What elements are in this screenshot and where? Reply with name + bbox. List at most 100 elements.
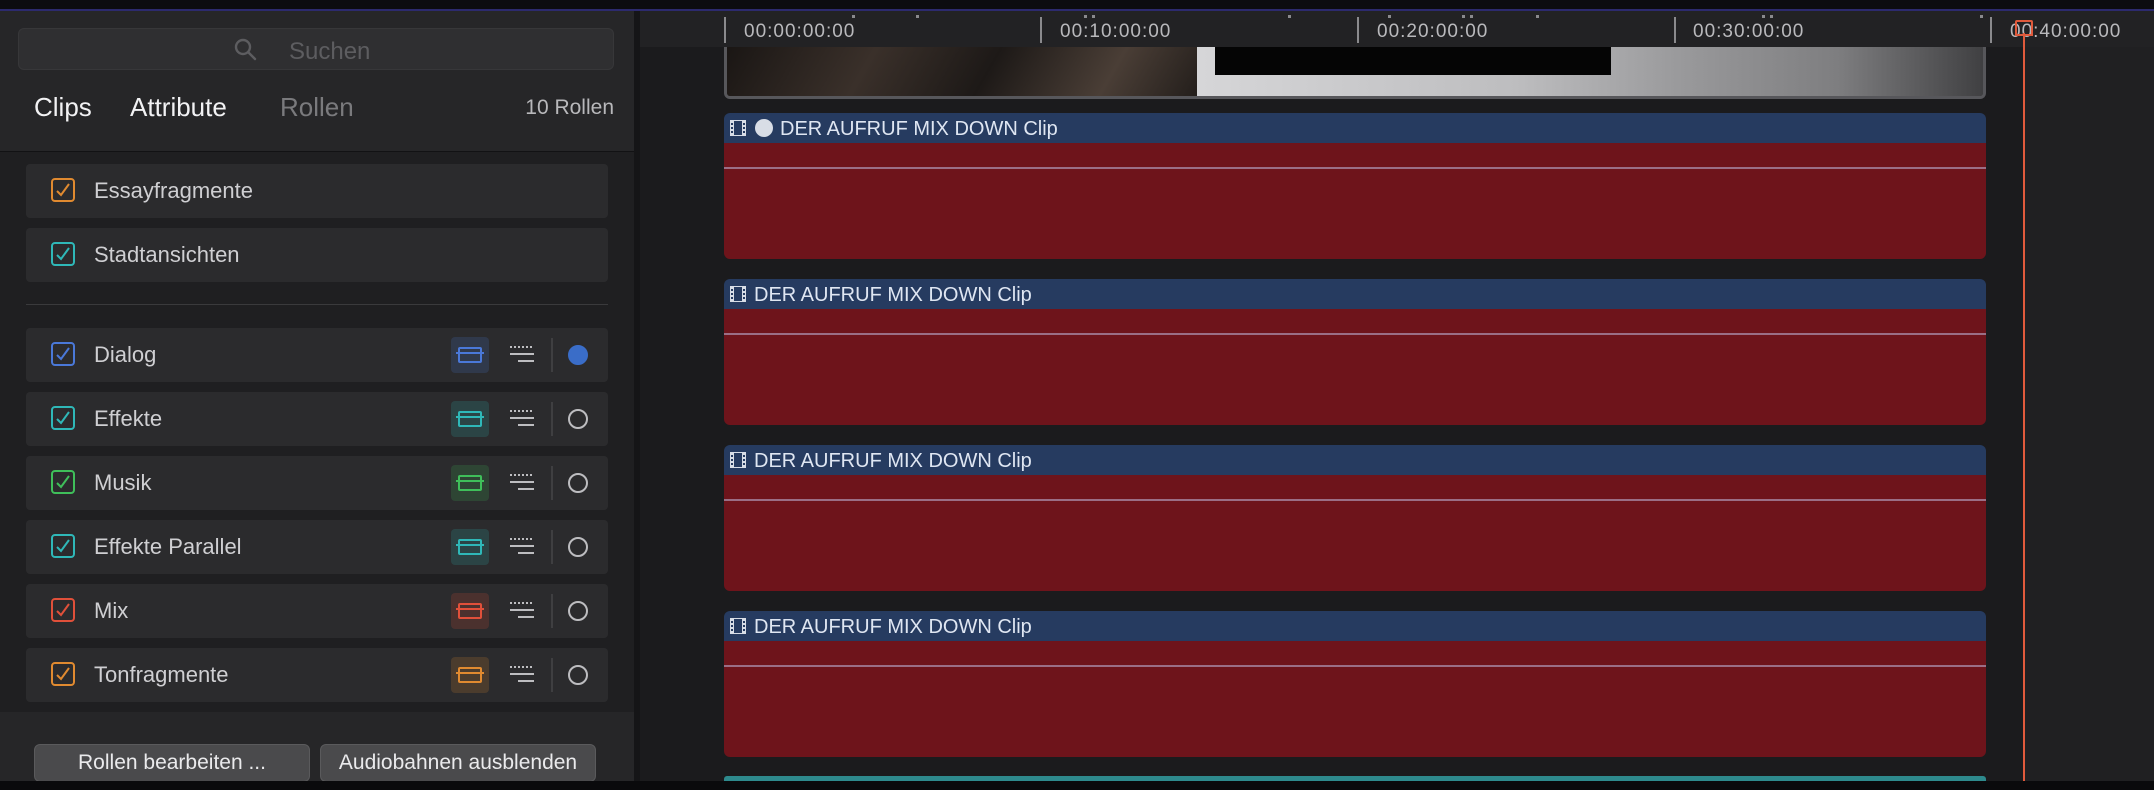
- role-label: Mix: [94, 598, 129, 623]
- timeline[interactable]: 00:00:00:00 00:10:00:00 00:20:00:00 00:3…: [640, 11, 2154, 781]
- subroles-icon[interactable]: [508, 663, 536, 685]
- role-label: Effekte Parallel: [94, 534, 242, 559]
- timeline-end-area: [2024, 11, 2154, 781]
- ruler-marker: [1470, 15, 1473, 18]
- audio-role-row[interactable]: Effekte Parallel: [26, 520, 608, 574]
- role-label: Tonfragmente: [94, 662, 229, 687]
- checkmark-icon: [56, 247, 70, 261]
- ruler-tick: [1990, 17, 1992, 43]
- film-strip-icon: [730, 618, 746, 634]
- focus-radio[interactable]: [568, 665, 588, 685]
- clip-title: DER AUFRUF MIX DOWN Clip: [754, 284, 1032, 306]
- audio-role-row[interactable]: Effekte: [26, 392, 608, 446]
- video-clip-strip[interactable]: [724, 47, 1986, 99]
- clip-header[interactable]: DER AUFRUF MIX DOWN Clip: [724, 113, 1986, 143]
- audio-lanes-icon[interactable]: [451, 529, 489, 565]
- roles-count: 10 Rollen: [525, 96, 614, 119]
- audio-clip[interactable]: DER AUFRUF MIX DOWN Clip: [724, 113, 1986, 259]
- clip-waveform-area: [724, 143, 1986, 259]
- ruler-marker: [1980, 15, 1983, 18]
- checkmark-icon: [56, 347, 70, 361]
- tab-attribute[interactable]: Attribute: [130, 92, 227, 123]
- audio-lanes-icon[interactable]: [451, 657, 489, 693]
- ruler-marker: [852, 15, 855, 18]
- row-divider: [551, 402, 553, 436]
- checkbox[interactable]: [51, 534, 75, 558]
- subroles-icon[interactable]: [508, 343, 536, 365]
- clip-title: DER AUFRUF MIX DOWN Clip: [754, 450, 1032, 472]
- row-divider: [551, 530, 553, 564]
- clip-header[interactable]: DER AUFRUF MIX DOWN Clip: [724, 279, 1986, 309]
- clip-waveform-area: [724, 641, 1986, 757]
- checkbox[interactable]: [51, 470, 75, 494]
- checkmark-icon: [56, 475, 70, 489]
- clip-waveform-area: [724, 309, 1986, 425]
- video-thumbnail-black: [1215, 47, 1611, 75]
- checkmark-icon: [56, 667, 70, 681]
- window-top-edge: [0, 0, 2154, 11]
- role-label: Stadtansichten: [94, 242, 240, 267]
- waveform-line: [724, 665, 1986, 667]
- checkmark-icon: [56, 183, 70, 197]
- search-icon: [234, 38, 257, 61]
- role-label: Essayfragmente: [94, 178, 253, 203]
- audio-clip[interactable]: DER AUFRUF MIX DOWN Clip: [724, 279, 1986, 425]
- clip-waveform-area: [724, 475, 1986, 591]
- checkbox[interactable]: [51, 662, 75, 686]
- focus-radio[interactable]: [568, 601, 588, 621]
- audio-role-row[interactable]: Tonfragmente: [26, 648, 608, 702]
- checkbox[interactable]: [51, 406, 75, 430]
- focus-radio[interactable]: [568, 409, 588, 429]
- window-bottom-edge: [0, 781, 2154, 790]
- playhead[interactable]: [2023, 33, 2025, 781]
- ruler-marker: [1288, 15, 1291, 18]
- audio-role-row[interactable]: Mix: [26, 584, 608, 638]
- subroles-icon[interactable]: [508, 407, 536, 429]
- search-field[interactable]: Suchen: [18, 28, 614, 70]
- playhead-handle[interactable]: [2015, 20, 2033, 36]
- checkbox[interactable]: [51, 342, 75, 366]
- focus-radio[interactable]: [568, 473, 588, 493]
- audio-lanes-icon[interactable]: [451, 465, 489, 501]
- subroles-icon[interactable]: [508, 471, 536, 493]
- checkmark-icon: [56, 411, 70, 425]
- audio-role-row[interactable]: Dialog: [26, 328, 608, 382]
- film-strip-icon: [730, 120, 746, 136]
- audio-lanes-icon[interactable]: [451, 593, 489, 629]
- focus-radio[interactable]: [568, 345, 588, 365]
- roles-list: Essayfragmente Stadtansichten Dialog Effek…: [0, 151, 634, 712]
- audio-clip[interactable]: DER AUFRUF MIX DOWN Clip: [724, 611, 1986, 757]
- checkbox[interactable]: [51, 598, 75, 622]
- ruler-marker: [916, 15, 919, 18]
- tab-rollen[interactable]: Rollen: [280, 92, 354, 123]
- focus-radio[interactable]: [568, 537, 588, 557]
- audio-lanes-icon[interactable]: [451, 337, 489, 373]
- compound-clip-icon: [755, 119, 773, 137]
- timeline-ruler[interactable]: 00:00:00:00 00:10:00:00 00:20:00:00 00:3…: [640, 11, 2154, 47]
- clip-header[interactable]: DER AUFRUF MIX DOWN Clip: [724, 445, 1986, 475]
- ruler-marker: [1092, 15, 1095, 18]
- video-role-row[interactable]: Stadtansichten: [26, 228, 608, 282]
- edit-roles-button[interactable]: Rollen bearbeiten ...: [34, 744, 310, 782]
- ruler-marker: [1084, 15, 1087, 18]
- timecode-label: 00:10:00:00: [1060, 21, 1172, 42]
- timeline-index-panel: Suchen Clips Attribute Rollen 10 Rollen …: [0, 11, 634, 782]
- audio-clip[interactable]: DER AUFRUF MIX DOWN Clip: [724, 445, 1986, 591]
- clip-title: DER AUFRUF MIX DOWN Clip: [754, 616, 1032, 638]
- video-role-row[interactable]: Essayfragmente: [26, 164, 608, 218]
- ruler-tick: [1674, 17, 1676, 43]
- index-tabs: Clips Attribute Rollen 10 Rollen: [0, 81, 634, 139]
- audio-lanes-icon[interactable]: [451, 401, 489, 437]
- timecode-label: 00:00:00:00: [744, 21, 856, 42]
- search-placeholder: Suchen: [289, 38, 371, 65]
- subroles-icon[interactable]: [508, 599, 536, 621]
- audio-role-row[interactable]: Musik: [26, 456, 608, 510]
- subroles-icon[interactable]: [508, 535, 536, 557]
- checkbox[interactable]: [51, 242, 75, 266]
- clip-header[interactable]: DER AUFRUF MIX DOWN Clip: [724, 611, 1986, 641]
- tab-clips[interactable]: Clips: [34, 92, 92, 123]
- hide-audio-lanes-button[interactable]: Audiobahnen ausblenden: [320, 744, 596, 782]
- film-strip-icon: [730, 286, 746, 302]
- checkmark-icon: [56, 603, 70, 617]
- checkbox[interactable]: [51, 178, 75, 202]
